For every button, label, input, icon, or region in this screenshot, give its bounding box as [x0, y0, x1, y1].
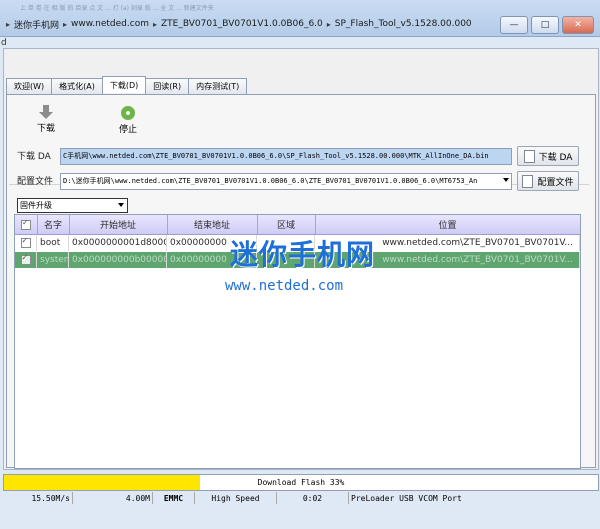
tab-memory-test[interactable]: 内存测试(T)	[188, 78, 248, 94]
breadcrumb-arrow-icon[interactable]: ▸	[153, 20, 157, 29]
stop-icon	[121, 106, 135, 120]
download-label: 下载	[37, 124, 56, 134]
row-start: 0x0000000001d80000	[69, 235, 167, 251]
file-icon	[523, 149, 535, 163]
chevron-down-icon[interactable]	[118, 203, 124, 207]
mode-select-value: 固件升级	[20, 201, 52, 210]
status-storage: EMMC	[153, 492, 195, 504]
da-label: 下载 DA	[17, 152, 51, 162]
row-name: boot	[37, 235, 69, 251]
stop-button[interactable]: 停止	[119, 106, 137, 135]
window-controls: — □ ✕	[500, 16, 594, 34]
progress-text: Download Flash 33%	[257, 478, 345, 487]
row-checkbox[interactable]	[20, 253, 31, 265]
bottom-strip	[0, 506, 600, 529]
progress-bar: Download Flash 33%	[3, 474, 599, 491]
breadcrumb-item[interactable]: ZTE_BV0701_BV0701V1.0.0B06_6.0	[161, 19, 323, 29]
watermark-title: 迷你手机网	[230, 238, 376, 271]
watermark-url: www.netded.com	[225, 278, 344, 294]
tab-readback[interactable]: 回读(R)	[145, 78, 190, 94]
scatter-label: 配置文件	[17, 177, 54, 187]
breadcrumb[interactable]: ▸ 迷你手机网 ▸ www.netded.com ▸ ZTE_BV0701_BV…	[6, 16, 504, 32]
download-arrow-icon	[39, 105, 53, 119]
breadcrumb-arrow-icon[interactable]: ▸	[327, 20, 331, 29]
scatter-path-field[interactable]: D:\迷你手机网\www.netded.com\ZTE_BV0701_BV070…	[60, 173, 512, 190]
row-checkbox-cell[interactable]	[15, 235, 37, 251]
header-name: 名字	[37, 215, 70, 234]
row-start: 0x000000000b000000	[69, 252, 167, 268]
mode-select[interactable]: 固件升级	[17, 198, 128, 213]
faint-toolbar-text: 上 单 卷 在 相 版 的 目录 点 文 ... 打 (a) 刻录 版 ... …	[20, 5, 214, 11]
header-start-address: 开始地址	[69, 215, 168, 234]
download-button[interactable]: 下载	[37, 105, 55, 134]
download-da-button[interactable]: 下载 DA	[517, 146, 579, 166]
breadcrumb-arrow-icon[interactable]: ▸	[6, 20, 10, 29]
minimize-button[interactable]: —	[500, 16, 528, 34]
scatter-file-label: 配置文件	[537, 177, 574, 188]
table-header: 名字 开始地址 结束地址 区域 位置	[15, 215, 580, 235]
row-name: system	[37, 252, 69, 268]
chevron-down-icon[interactable]	[503, 178, 509, 182]
explorer-address-bar: 上 单 卷 在 相 版 的 目录 点 文 ... 打 (a) 刻录 版 ... …	[0, 0, 600, 37]
scatter-file-button[interactable]: 配置文件	[517, 171, 579, 191]
select-all-checkbox[interactable]	[21, 218, 31, 230]
breadcrumb-arrow-icon[interactable]: ▸	[63, 20, 67, 29]
status-usb-speed: High Speed	[195, 492, 277, 504]
header-select-all[interactable]	[15, 215, 38, 234]
close-button[interactable]: ✕	[562, 16, 594, 34]
breadcrumb-item[interactable]: 迷你手机网	[14, 18, 59, 31]
tab-format[interactable]: 格式化(A)	[51, 78, 103, 94]
breadcrumb-item[interactable]: www.netded.com	[71, 19, 149, 29]
header-region: 区域	[257, 215, 316, 234]
header-location: 位置	[438, 221, 457, 231]
menu-fragment: d	[1, 38, 7, 48]
status-size: 4.00M	[73, 492, 153, 504]
scatter-path-text: D:\迷你手机网\www.netded.com\ZTE_BV0701_BV070…	[63, 177, 478, 185]
tab-download[interactable]: 下载(D)	[101, 76, 147, 93]
tab-bar: 欢迎(W) 格式化(A) 下载(D) 回读(R) 内存测试(T)	[6, 76, 248, 94]
file-icon	[522, 174, 534, 188]
download-da-label: 下载 DA	[538, 152, 573, 163]
header-end-address: 结束地址	[167, 215, 258, 234]
status-port: PreLoader USB VCOM Port	[351, 493, 462, 503]
status-bar: 15.50M/s 4.00M EMMC High Speed 0:02 PreL…	[3, 492, 597, 504]
maximize-button[interactable]: □	[531, 16, 559, 34]
row-checkbox-cell[interactable]	[15, 252, 37, 268]
status-speed: 15.50M/s	[3, 492, 73, 504]
da-path-field[interactable]: C手机网\www.netded.com\ZTE_BV0701_BV0701V1.…	[60, 148, 512, 165]
tab-welcome[interactable]: 欢迎(W)	[6, 78, 53, 94]
breadcrumb-item[interactable]: SP_Flash_Tool_v5.1528.00.000	[335, 19, 472, 29]
row-checkbox[interactable]	[20, 236, 31, 248]
stop-label: 停止	[119, 125, 138, 135]
status-time: 0:02	[277, 492, 349, 504]
